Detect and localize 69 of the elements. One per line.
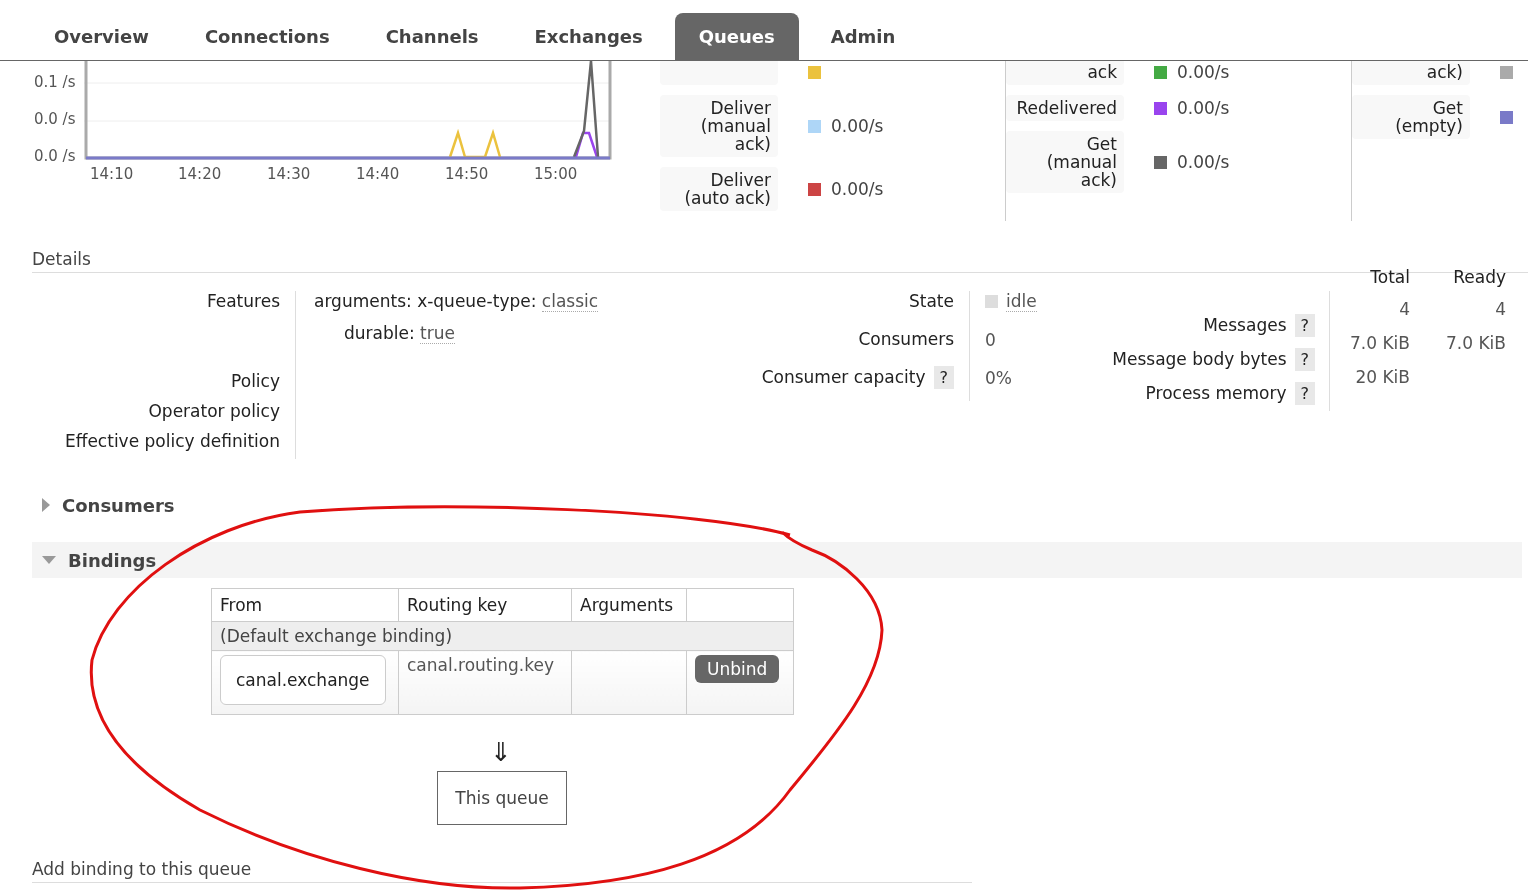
field-value: true bbox=[420, 323, 455, 344]
rate-value: 0.00/s bbox=[1177, 152, 1230, 172]
down-arrow: ⇓ bbox=[490, 737, 513, 767]
x-axis-label: 14:50 bbox=[445, 165, 489, 183]
group-row: (Default exchange binding) bbox=[211, 621, 794, 651]
help-button[interactable]: ? bbox=[1294, 382, 1315, 405]
y-axis-label: 0.0 /s bbox=[34, 110, 76, 128]
field-label: Consumers bbox=[857, 329, 954, 349]
stat-label: Process memory bbox=[1145, 383, 1287, 403]
queue-node: This queue bbox=[437, 771, 567, 825]
rate-value: 0.00/s bbox=[831, 179, 884, 199]
nav-tab[interactable]: Overview bbox=[30, 13, 173, 60]
state-indicator-icon bbox=[985, 295, 998, 308]
field-value: idle bbox=[1006, 291, 1037, 312]
stat-label: Message body bytes bbox=[1112, 349, 1287, 369]
unbind-button[interactable]: Unbind bbox=[695, 655, 780, 683]
expanded-icon bbox=[42, 556, 56, 564]
column-header: From bbox=[211, 588, 399, 622]
x-axis-label: 14:20 bbox=[178, 165, 222, 183]
rate-value: 0.00/s bbox=[831, 116, 884, 136]
table-cell: canal.routing.key bbox=[398, 650, 572, 715]
field-value: 0% bbox=[985, 368, 1013, 388]
x-axis-label: 14:40 bbox=[356, 165, 400, 183]
stat-value: 4 bbox=[1399, 299, 1410, 319]
stat-label: Messages bbox=[1203, 315, 1287, 335]
field-label: Consumer capacity bbox=[761, 367, 926, 387]
rate-label: Get (empty) bbox=[1352, 95, 1470, 139]
field-label: State bbox=[908, 291, 954, 311]
nav-tab[interactable]: Queues bbox=[674, 13, 799, 60]
help-button[interactable]: ? bbox=[933, 366, 954, 389]
x-axis-label: 15:00 bbox=[534, 165, 578, 183]
rate-label: Deliver (manual ack) bbox=[660, 95, 778, 157]
section-header[interactable]: Consumers bbox=[32, 487, 1522, 523]
x-axis-label: 14:30 bbox=[267, 165, 311, 183]
stat-value: 7.0 KiB bbox=[1350, 333, 1410, 353]
stat-value: 20 KiB bbox=[1355, 367, 1410, 387]
rate-value: 0.00/s bbox=[1177, 62, 1230, 82]
nav-tab[interactable]: Connections bbox=[180, 13, 354, 60]
field-label: arguments: bbox=[314, 291, 412, 311]
field-label: Operator policy bbox=[147, 401, 280, 421]
argument-value: classic bbox=[541, 291, 599, 312]
nav-tab[interactable]: Admin bbox=[806, 13, 920, 60]
y-axis-label: 0.0 /s bbox=[34, 147, 76, 165]
rate-label: Redelivered bbox=[1006, 95, 1124, 121]
column-header: Routing key bbox=[398, 588, 572, 622]
help-button[interactable]: ? bbox=[1294, 314, 1315, 337]
stat-value: 4 bbox=[1495, 299, 1506, 319]
rate-label: Get (manual ack) bbox=[1006, 131, 1124, 193]
field-label: durable: bbox=[344, 323, 415, 343]
field-label: Effective policy definition bbox=[63, 431, 280, 451]
field-label: Policy bbox=[230, 371, 280, 391]
argument-key: x-queue-type: bbox=[417, 291, 537, 311]
rate-label: ack) bbox=[1352, 61, 1470, 85]
column-header: Arguments bbox=[571, 588, 687, 622]
stat-value: 7.0 KiB bbox=[1446, 333, 1506, 353]
help-button[interactable]: ? bbox=[1294, 348, 1315, 371]
exchange-link[interactable]: canal.exchange bbox=[220, 655, 386, 705]
field-label: Features bbox=[205, 291, 280, 313]
y-axis-label: 0.1 /s bbox=[34, 73, 76, 91]
rate-value: 0.00/s bbox=[1177, 98, 1230, 118]
section-heading: Add binding to this queue bbox=[32, 859, 972, 883]
x-axis-label: 14:10 bbox=[90, 165, 134, 183]
collapsed-icon bbox=[42, 498, 50, 512]
field-value: 0 bbox=[985, 330, 997, 350]
section-header[interactable]: Bindings bbox=[32, 542, 1522, 578]
nav-tab[interactable]: Channels bbox=[361, 13, 503, 60]
nav-tab[interactable]: Exchanges bbox=[510, 13, 667, 60]
rate-label: ack bbox=[1006, 61, 1124, 85]
rate-label: Deliver (auto ack) bbox=[660, 167, 778, 211]
